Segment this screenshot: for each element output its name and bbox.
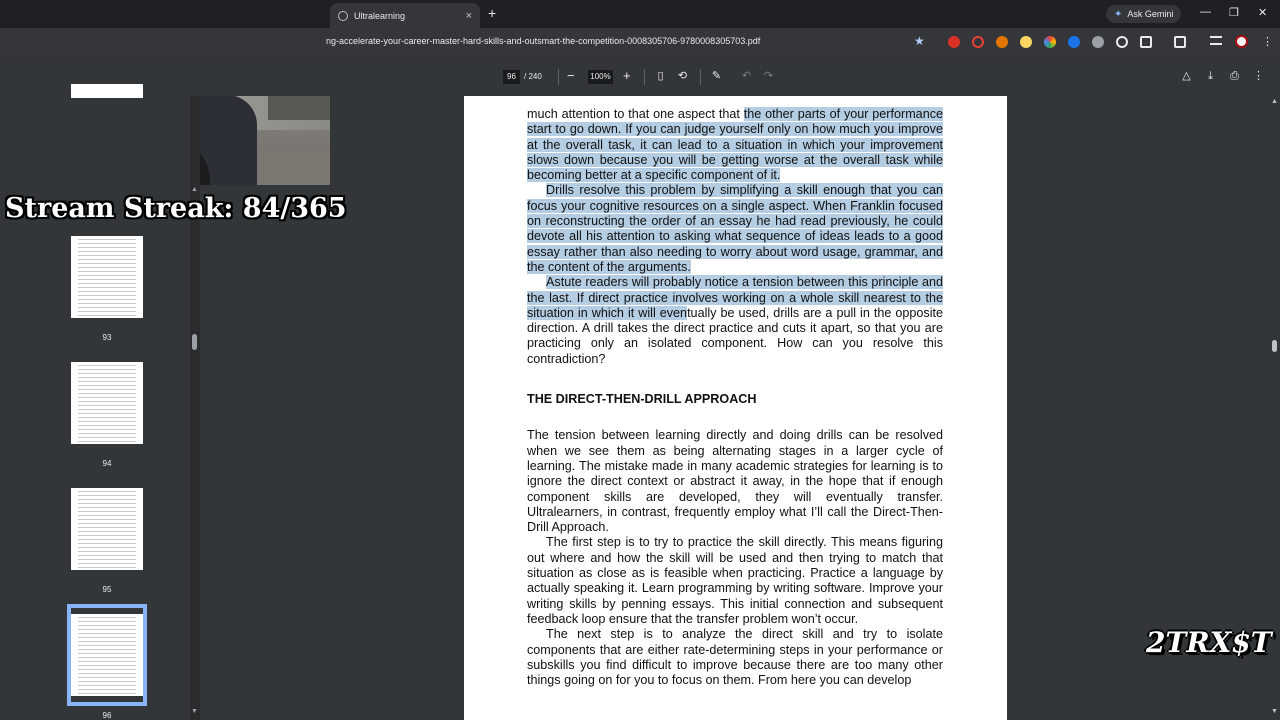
tab-title: Ultralearning — [354, 10, 406, 21]
zoom-input[interactable]: 100% — [588, 70, 613, 84]
profile-avatar[interactable] — [1235, 35, 1248, 48]
globe-icon — [338, 10, 348, 21]
page-thumbnail-94[interactable] — [71, 356, 143, 450]
section-heading: THE DIRECT-THEN-DRILL APPROACH — [527, 392, 757, 407]
page-total: / 240 — [524, 72, 542, 81]
stream-streak-overlay: Stream Streak: 84/365 — [5, 193, 347, 224]
pdf-toolbar: 96 / 240 − 100% + ▯ ⟲ ✎ ↶ ↷ △ ⤓ ⎙ ⋮ — [0, 58, 1280, 96]
extension-block-icon[interactable] — [972, 36, 984, 48]
toolbar-divider — [558, 69, 559, 85]
redo-icon[interactable]: ↷ — [762, 70, 775, 83]
undo-icon[interactable]: ↶ — [740, 70, 753, 83]
paragraph-3: Astute readers will probably notice a te… — [527, 275, 943, 367]
extension-clock-icon[interactable] — [1116, 36, 1128, 48]
streamer-logo: 2TRX$T — [1146, 626, 1272, 659]
extension-sun-icon[interactable] — [1020, 36, 1032, 48]
thumbnail-label: 94 — [102, 459, 112, 468]
drive-save-icon[interactable]: △ — [1180, 70, 1193, 83]
minimize-button[interactable]: — — [1200, 6, 1211, 18]
tab-close-button[interactable]: × — [466, 10, 472, 22]
page-text: much attention to that one aspect that t… — [527, 107, 943, 688]
thumbnail-label: 93 — [102, 333, 112, 342]
restore-button[interactable]: ❐ — [1229, 6, 1239, 19]
cast-icon[interactable] — [1174, 36, 1186, 48]
extensions-puzzle-icon[interactable] — [1140, 36, 1152, 48]
rotate-icon[interactable]: ⟲ — [676, 70, 689, 83]
viewer-scroll-thumb[interactable] — [1272, 340, 1277, 352]
address-bar: ng-accelerate-your-career-master-hard-sk… — [0, 28, 1280, 58]
browser-menu-icon[interactable]: ⋮ — [1262, 35, 1273, 48]
paragraph-6: The next step is to analyze the direct s… — [527, 627, 943, 688]
bookmark-star-icon[interactable]: ★ — [914, 34, 925, 48]
new-tab-button[interactable]: + — [488, 5, 496, 21]
reading-list-icon[interactable] — [1210, 36, 1222, 45]
viewer-scroll-down-icon[interactable]: ▼ — [1271, 708, 1278, 715]
thumbnail-label: 96 — [102, 711, 112, 720]
paragraph-5: The first step is to try to practice the… — [527, 535, 943, 626]
extension-orange-icon[interactable] — [996, 36, 1008, 48]
paragraph-4: The tension between learning directly an… — [527, 428, 943, 535]
thumbnail-sidebar: 93 94 95 96 ▲ ▼ — [0, 84, 200, 720]
pdf-page: much attention to that one aspect that t… — [464, 96, 1007, 720]
extension-color-icon[interactable] — [1044, 36, 1056, 48]
more-options-icon[interactable]: ⋮ — [1252, 70, 1265, 83]
window-close-button[interactable]: ✕ — [1258, 6, 1267, 19]
annotate-pen-icon[interactable]: ✎ — [710, 70, 723, 83]
extension-blue-icon[interactable] — [1068, 36, 1080, 48]
extension-grey-icon[interactable] — [1092, 36, 1104, 48]
thumbnail-label: 95 — [102, 585, 112, 594]
sidebar-scrollbar[interactable]: ▲ ▼ — [190, 96, 200, 720]
paragraph-2: Drills resolve this problem by simplifyi… — [527, 183, 943, 275]
url-field[interactable]: ng-accelerate-your-career-master-hard-sk… — [326, 36, 760, 46]
paragraph-2-highlight: Drills resolve this problem by simplifyi… — [527, 183, 943, 274]
download-icon[interactable]: ⤓ — [1204, 70, 1217, 83]
scroll-down-arrow-icon[interactable]: ▼ — [191, 708, 198, 715]
zoom-out-button[interactable]: − — [567, 68, 575, 83]
extension-red-icon[interactable] — [948, 36, 960, 48]
tab-strip: Ultralearning × + ✦ Ask Gemini — ❐ ✕ — [0, 0, 1280, 28]
ask-gemini-label: Ask Gemini — [1127, 9, 1174, 19]
page-number-input[interactable]: 96 — [503, 70, 520, 84]
fit-page-icon[interactable]: ▯ — [654, 70, 667, 83]
ask-gemini-button[interactable]: ✦ Ask Gemini — [1106, 5, 1182, 23]
gemini-sparkle-icon: ✦ — [1114, 8, 1123, 20]
page-thumbnail-93[interactable] — [71, 230, 143, 324]
toolbar-divider — [700, 69, 701, 85]
sidebar-scroll-thumb[interactable] — [192, 334, 197, 350]
viewer-scroll-up-icon[interactable]: ▲ — [1271, 98, 1278, 105]
page-thumbnail-96[interactable] — [67, 604, 147, 706]
page-thumbnail-95[interactable] — [71, 482, 143, 576]
zoom-in-button[interactable]: + — [623, 68, 631, 83]
print-icon[interactable]: ⎙ — [1228, 70, 1241, 83]
toolbar-divider — [644, 69, 645, 85]
page-thumbnail-partial[interactable] — [71, 84, 143, 98]
paragraph-1-text: much attention to that one aspect that — [527, 107, 744, 121]
paragraph-1: much attention to that one aspect that t… — [527, 107, 943, 183]
scroll-up-arrow-icon[interactable]: ▲ — [191, 186, 198, 193]
tab-ultralearning[interactable]: Ultralearning × — [330, 3, 480, 28]
